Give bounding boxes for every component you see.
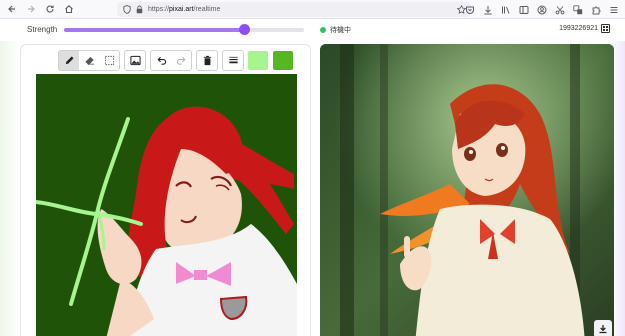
translate-button[interactable] xyxy=(571,2,585,17)
strength-label: Strength xyxy=(27,25,58,34)
library-icon xyxy=(502,6,510,14)
sketch-drawing xyxy=(36,74,297,336)
pencil-tool-button[interactable] xyxy=(59,51,79,70)
arrow-right-icon xyxy=(28,5,35,13)
line-width-icon xyxy=(228,56,238,64)
redo-icon xyxy=(176,56,185,65)
home-icon xyxy=(65,5,73,14)
undo-button[interactable] xyxy=(151,51,171,70)
address-bar[interactable]: https://pixai.art/realtime xyxy=(117,2,471,17)
dice-icon[interactable] xyxy=(601,24,610,33)
tool-group-history xyxy=(150,50,192,71)
sidebar-button[interactable] xyxy=(517,2,531,17)
primary-color-swatch[interactable] xyxy=(248,51,268,70)
secondary-color-swatch[interactable] xyxy=(273,51,293,70)
strength-slider[interactable] xyxy=(64,24,304,35)
puzzle-icon xyxy=(592,6,601,14)
scissors-icon xyxy=(555,5,565,14)
back-button[interactable] xyxy=(5,2,19,16)
tool-group-clear xyxy=(196,50,218,71)
hamburger-icon xyxy=(610,6,618,13)
image-upload-button[interactable] xyxy=(125,51,145,70)
library-button[interactable] xyxy=(499,2,513,17)
reload-button[interactable] xyxy=(43,2,57,16)
app-header: Strength 待機中 1993226921 xyxy=(0,19,625,41)
undo-icon xyxy=(157,56,166,65)
forward-button[interactable] xyxy=(24,2,38,16)
tool-group-image xyxy=(124,50,146,71)
drawing-toolbar xyxy=(58,50,298,71)
menu-button[interactable] xyxy=(607,2,621,17)
arrow-left-icon xyxy=(8,5,15,13)
browser-toolbar: https://pixai.art/realtime xyxy=(0,0,625,19)
download-button[interactable] xyxy=(594,320,612,336)
pencil-icon xyxy=(65,56,74,65)
translate-icon xyxy=(573,4,583,14)
status-dot xyxy=(320,27,326,33)
extensions-button[interactable] xyxy=(589,2,603,17)
reload-icon xyxy=(46,5,54,13)
status-text: 待機中 xyxy=(330,27,351,34)
pocket-icon xyxy=(466,6,474,14)
eraser-icon xyxy=(84,56,94,66)
strength-slider-fill xyxy=(64,28,244,32)
account-icon xyxy=(537,5,547,14)
clear-canvas-button[interactable] xyxy=(197,51,217,70)
download-icon xyxy=(599,325,607,334)
generated-image-panel xyxy=(320,44,614,336)
home-button[interactable] xyxy=(62,2,76,16)
downloads-button[interactable] xyxy=(481,2,495,17)
redo-button[interactable] xyxy=(171,51,191,70)
drawing-panel xyxy=(20,44,311,336)
pocket-button[interactable] xyxy=(463,2,477,17)
line-width-button[interactable] xyxy=(223,51,243,70)
tool-group-draw xyxy=(58,50,120,71)
status-indicator: 待機中 xyxy=(320,25,351,35)
trash-icon xyxy=(203,55,211,66)
seed-value: 1993226921 xyxy=(559,25,598,32)
selection-tool-button[interactable] xyxy=(99,51,119,70)
download-icon xyxy=(484,5,492,14)
shield-icon xyxy=(123,5,131,14)
generated-image xyxy=(320,44,614,336)
lock-icon xyxy=(136,5,143,14)
drawing-canvas[interactable] xyxy=(36,74,297,336)
background-tint-left xyxy=(0,41,20,336)
screenshot-button[interactable] xyxy=(553,2,567,17)
url-text: https://pixai.art/realtime xyxy=(148,6,221,13)
tool-group-line xyxy=(222,50,244,71)
selection-icon xyxy=(104,55,114,66)
image-icon xyxy=(129,55,141,66)
eraser-tool-button[interactable] xyxy=(79,51,99,70)
sidebar-icon xyxy=(519,5,529,14)
strength-slider-thumb[interactable] xyxy=(238,24,250,35)
account-button[interactable] xyxy=(535,2,549,17)
